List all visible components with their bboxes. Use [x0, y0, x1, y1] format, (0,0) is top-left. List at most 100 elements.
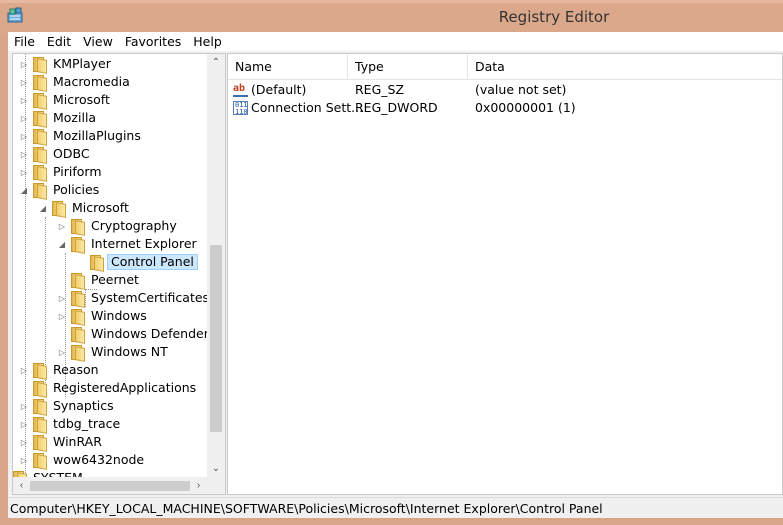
expand-arrow-icon[interactable]: ▷: [19, 361, 29, 379]
tree-item-piriform[interactable]: ▷ Piriform: [19, 163, 105, 181]
tree-horizontal-scrollbar[interactable]: ‹ ›: [13, 477, 207, 494]
folder-icon: [50, 201, 66, 216]
folder-icon: [31, 57, 47, 72]
tree-item-systemcertificates[interactable]: ▷ SystemCertificates: [57, 289, 207, 307]
collapse-arrow-icon[interactable]: ◢: [57, 235, 67, 253]
tree-item-microsoft[interactable]: ▷ Microsoft: [19, 91, 113, 109]
tree-item-internet-explorer[interactable]: ◢ Internet Explorer: [57, 235, 200, 253]
menu-favorites[interactable]: Favorites: [119, 32, 187, 51]
value-type: REG_SZ: [355, 82, 405, 97]
tree-item-synaptics[interactable]: ▷ Synaptics: [19, 397, 117, 415]
tree-item-label: RegisteredApplications: [53, 380, 197, 395]
tree-item-peernet[interactable]: Peernet: [57, 271, 142, 289]
expand-arrow-icon[interactable]: ▷: [57, 289, 67, 307]
folder-icon: [31, 75, 47, 90]
expand-arrow-icon[interactable]: ▷: [19, 91, 29, 109]
tree-item-mozilla[interactable]: ▷ Mozilla: [19, 109, 99, 127]
scroll-left-arrow-icon[interactable]: ‹: [13, 477, 30, 494]
value-data: (value not set): [475, 82, 567, 97]
expand-arrow-icon[interactable]: ▷: [57, 307, 67, 325]
value-type: REG_DWORD: [355, 100, 438, 115]
scroll-right-arrow-icon[interactable]: ›: [190, 477, 207, 494]
tree-item-label: Windows: [91, 308, 147, 323]
folder-icon: [31, 417, 47, 432]
expand-arrow-icon[interactable]: ▷: [19, 55, 29, 73]
tree-item-label: Peernet: [91, 272, 139, 287]
folder-icon: [31, 129, 47, 144]
tree-item-label: MozillaPlugins: [53, 128, 141, 143]
tree-item-label: WinRAR: [53, 434, 102, 449]
menu-edit[interactable]: Edit: [41, 32, 77, 51]
tree-item-kmplayer[interactable]: ▷ KMPlayer: [19, 55, 114, 73]
tree-item-windows-defender[interactable]: Windows Defender: [57, 325, 207, 343]
tree-item-policies[interactable]: ◢ Policies: [19, 181, 102, 199]
folder-icon: [31, 165, 47, 180]
tree-hscroll-thumb[interactable]: [30, 481, 190, 491]
tree-item-odbc[interactable]: ▷ ODBC: [19, 145, 93, 163]
key-tree-pane[interactable]: ▷ KMPlayer ▷ Macromedia ▷ Microsoft ▷ Mozilla ▷ M…: [12, 53, 226, 495]
tree-item-macromedia[interactable]: ▷ Macromedia: [19, 73, 133, 91]
column-header-name[interactable]: Name: [228, 54, 348, 79]
expand-arrow-icon[interactable]: ▷: [19, 163, 29, 181]
expand-arrow-icon[interactable]: ▷: [19, 109, 29, 127]
scrollbar-corner: [207, 477, 225, 494]
expand-arrow-icon[interactable]: ▷: [57, 343, 67, 361]
column-header-data[interactable]: Data: [468, 54, 782, 79]
title-top-strip: [0, 0, 783, 3]
window-title: Registry Editor: [498, 8, 610, 26]
tree-item-registeredapplications[interactable]: RegisteredApplications: [19, 379, 199, 397]
expand-arrow-icon[interactable]: ▷: [19, 415, 29, 433]
tree-vertical-scrollbar[interactable]: ⌃ ⌄: [207, 54, 225, 477]
tree-item-wow6432node[interactable]: ▷ wow6432node: [19, 451, 147, 469]
expand-arrow-icon[interactable]: ▷: [19, 73, 29, 91]
value-row-default[interactable]: ab (Default) REG_SZ (value not set): [228, 81, 782, 99]
folder-icon: [31, 363, 47, 378]
tree-item-cryptography[interactable]: ▷ Cryptography: [57, 217, 180, 235]
tree-item-reason[interactable]: ▷ Reason: [19, 361, 102, 379]
value-row-connection-settings[interactable]: 011 110 Connection Sett... REG_DWORD 0x0…: [228, 99, 782, 117]
tree-item-label: Piriform: [53, 164, 102, 179]
tree-item-label: Cryptography: [91, 218, 177, 233]
value-name: (Default): [251, 82, 307, 97]
tree-item-winrar[interactable]: ▷ WinRAR: [19, 433, 105, 451]
tree-item-label: Mozilla: [53, 110, 97, 125]
tree-item-control-panel[interactable]: Control Panel: [76, 253, 198, 271]
expand-arrow-icon[interactable]: ▷: [19, 451, 29, 469]
folder-icon: [31, 111, 47, 126]
tree-item-label: Microsoft: [53, 92, 110, 107]
menu-help[interactable]: Help: [187, 32, 228, 51]
values-list-pane[interactable]: Name Type Data ab (Default) REG_SZ (valu…: [227, 53, 783, 495]
tree-item-system[interactable]: ▷SYSTEM: [13, 469, 86, 477]
registry-editor-window: File Edit View Favorites Help ▷ KMPlayer ▷…: [8, 32, 783, 518]
tree-item-windows[interactable]: ▷ Windows: [57, 307, 150, 325]
tree-item-windows-nt[interactable]: ▷ Windows NT: [57, 343, 171, 361]
folder-icon: [31, 183, 47, 198]
expand-arrow-icon[interactable]: ▷: [19, 397, 29, 415]
expand-arrow-icon[interactable]: ▷: [19, 433, 29, 451]
scroll-down-arrow-icon[interactable]: ⌄: [207, 460, 225, 477]
tree-item-mozillaplugins[interactable]: ▷ MozillaPlugins: [19, 127, 144, 145]
dword-value-icon: 011 110: [233, 101, 248, 116]
tree-item-microsoft[interactable]: ◢ Microsoft: [38, 199, 132, 217]
tree-item-tdbg-trace[interactable]: ▷ tdbg_trace: [19, 415, 123, 433]
folder-icon: [31, 381, 47, 396]
collapse-arrow-icon[interactable]: ◢: [19, 181, 29, 199]
scroll-up-arrow-icon[interactable]: ⌃: [207, 54, 225, 71]
column-header-type[interactable]: Type: [348, 54, 468, 79]
folder-icon: [69, 273, 85, 288]
menu-view[interactable]: View: [77, 32, 119, 51]
tree-item-label: Control Panel: [107, 254, 198, 270]
tree-item-label: Macromedia: [53, 74, 130, 89]
menu-file[interactable]: File: [8, 32, 41, 51]
expand-arrow-icon[interactable]: ▷: [19, 127, 29, 145]
tree-item-label: Policies: [53, 182, 100, 197]
tree-scroll-thumb[interactable]: [210, 245, 222, 432]
folder-icon: [31, 453, 47, 468]
title-bar: Registry Editor: [0, 0, 783, 33]
expand-arrow-icon[interactable]: ▷: [57, 217, 67, 235]
expand-arrow-icon[interactable]: ▷: [19, 145, 29, 163]
collapse-arrow-icon[interactable]: ◢: [38, 199, 48, 217]
